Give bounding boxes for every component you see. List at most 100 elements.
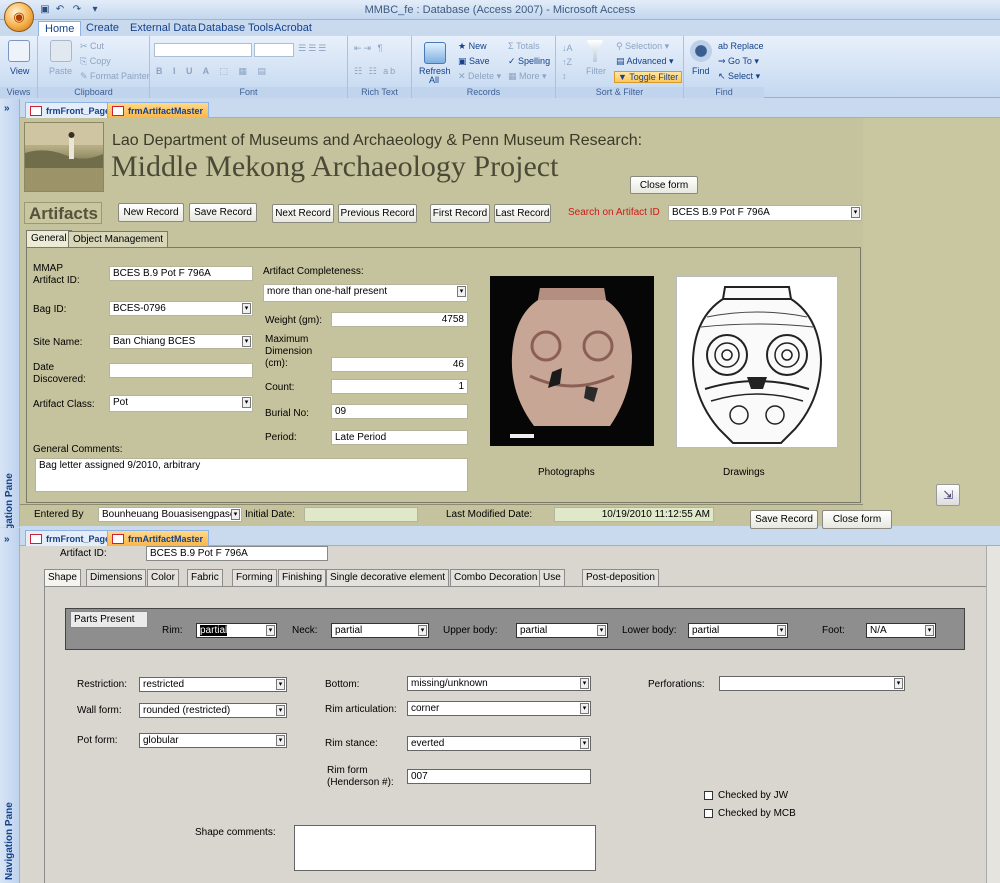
dropdown-arrow-icon[interactable]: ▾ [276,735,285,746]
pot-form-combo[interactable]: globular ▾ [139,733,287,748]
tab-single-decorative-element[interactable]: Single decorative element [326,569,450,586]
artifact-class-combo[interactable]: Pot ▾ [109,395,253,412]
new-record-button[interactable]: New Record [118,203,184,222]
list-icons[interactable]: ☷ ☷ ab [354,66,397,77]
font-size-combo[interactable] [254,43,294,57]
filter-button[interactable]: Filter [586,66,606,76]
general-comments-field[interactable]: Bag letter assigned 9/2010, arbitrary [35,458,468,492]
last-record-button[interactable]: Last Record [494,204,551,223]
view-button[interactable]: View [10,66,29,76]
weight-field[interactable]: 4758 [331,312,468,327]
dropdown-arrow-icon[interactable]: ▾ [580,738,589,749]
artifact-id-field[interactable]: BCES B.9 Pot F 796A [146,546,328,561]
close-form-button[interactable]: Close form [630,176,698,194]
tab-finishing[interactable]: Finishing [278,569,327,586]
dropdown-arrow-icon[interactable]: ▾ [242,397,251,408]
doc-tab-front-page[interactable]: frmFront_Page [25,102,117,118]
tab-create[interactable]: Create [80,21,125,36]
next-record-button[interactable]: Next Record [272,204,334,223]
tab-forming[interactable]: Forming [232,569,277,586]
foot-combo[interactable]: N/A ▾ [866,623,936,638]
tab-fabric[interactable]: Fabric [187,569,223,586]
tab-use[interactable]: Use [539,569,565,586]
dropdown-arrow-icon[interactable]: ▾ [925,625,934,636]
dropdown-arrow-icon[interactable]: ▾ [242,336,251,347]
checked-jw-checkbox[interactable] [704,791,713,800]
paste-button[interactable]: Paste [49,66,72,76]
dropdown-arrow-icon[interactable]: ▾ [580,703,589,714]
vertical-scrollbar[interactable] [986,546,1000,883]
dropdown-arrow-icon[interactable]: ▾ [894,678,903,689]
wall-form-combo[interactable]: rounded (restricted) ▾ [139,703,287,718]
undo-icon[interactable]: ↶ [53,3,67,16]
perforations-combo[interactable]: ▾ [719,676,905,691]
shape-comments-field[interactable] [294,825,596,871]
redo-icon[interactable]: ↷ [70,3,84,16]
footer-close-form-button[interactable]: Close form [822,510,892,529]
tab-external-data[interactable]: External Data [124,21,203,36]
format-painter-button[interactable]: ✎ Format Painter [80,71,150,82]
new-record-ribbon-button[interactable]: ★ New [458,41,487,52]
dropdown-arrow-icon[interactable]: ▾ [276,705,285,716]
align-icons[interactable]: ☰☰☰ [298,43,328,54]
sort-icons[interactable]: ↓A ↑Z ↕ [562,41,573,83]
lower-body-combo[interactable]: partial ▾ [688,623,788,638]
tab-general[interactable]: General [26,230,72,248]
refresh-all-button[interactable]: Refresh All [419,67,451,85]
dropdown-arrow-icon[interactable]: ▾ [457,286,466,297]
dropdown-arrow-icon[interactable]: ▾ [777,625,786,636]
dropdown-arrow-icon[interactable]: ▾ [231,509,240,520]
more-button[interactable]: ▦ More ▾ [508,71,547,82]
footer-save-record-button[interactable]: Save Record [750,510,818,529]
doc-tab-artifact-master[interactable]: frmArtifactMaster [107,530,210,546]
font-name-combo[interactable] [154,43,252,57]
count-field[interactable]: 1 [331,379,468,394]
expand-chevron-icon[interactable]: » [4,534,10,545]
initial-date-field[interactable] [304,507,418,522]
tab-object-management[interactable]: Object Management [68,231,169,248]
mmap-artifact-id-field[interactable]: BCES B.9 Pot F 796A [109,266,253,281]
tab-combo-decoration[interactable]: Combo Decoration [450,569,542,586]
tab-acrobat[interactable]: Acrobat [268,21,318,36]
totals-button[interactable]: Σ Totals [508,41,540,51]
neck-combo[interactable]: partial ▾ [331,623,429,638]
first-record-button[interactable]: First Record [430,204,490,223]
exit-icon[interactable]: ⇲ [936,484,960,506]
bold-italic-underline-icons[interactable]: B I U A ⬚ ▦ ▤ [156,66,270,77]
tab-database-tools[interactable]: Database Tools [192,21,280,36]
navigation-pane-top[interactable]: » Navigation Pane [0,99,20,551]
bag-id-combo[interactable]: BCES-0796 ▾ [109,301,253,316]
select-button[interactable]: ↖ Select ▾ [718,71,760,82]
tab-home[interactable]: Home [38,21,82,36]
copy-button[interactable]: ⎘ Copy [80,56,111,67]
toggle-filter-button[interactable]: ▼ Toggle Filter [614,71,683,83]
entered-by-combo[interactable]: Bounheuang Bouasisengpase ▾ [98,507,242,522]
dropdown-arrow-icon[interactable]: ▾ [276,679,285,690]
office-button[interactable]: ◉ [4,2,34,32]
checked-mcb-checkbox[interactable] [704,809,713,818]
rim-articulation-combo[interactable]: corner ▾ [407,701,591,716]
advanced-button[interactable]: ▤ Advanced ▾ [616,56,674,67]
rim-stance-combo[interactable]: everted ▾ [407,736,591,751]
customize-toolbar-icon[interactable]: ▾ [88,3,102,16]
completeness-combo[interactable]: more than one-half present ▾ [263,284,468,302]
goto-button[interactable]: ⇒ Go To ▾ [718,56,759,67]
dropdown-arrow-icon[interactable]: ▾ [418,625,427,636]
delete-ribbon-button[interactable]: ✕ Delete ▾ [458,71,501,82]
period-field[interactable]: Late Period [331,430,468,445]
find-button[interactable]: Find [692,66,710,76]
tab-color[interactable]: Color [147,569,179,586]
rim-combo[interactable]: partial ▾ [196,623,277,638]
dropdown-arrow-icon[interactable]: ▾ [851,207,860,218]
bottom-combo[interactable]: missing/unknown ▾ [407,676,591,691]
doc-tab-front-page[interactable]: frmFront_Page [25,530,117,546]
doc-tab-artifact-master[interactable]: frmArtifactMaster [107,102,210,118]
cut-button[interactable]: ✂ Cut [80,41,104,52]
dropdown-arrow-icon[interactable]: ▾ [266,625,275,636]
expand-chevron-icon[interactable]: » [4,103,10,114]
save-quick-icon[interactable]: ▣ [38,3,52,16]
tab-dimensions[interactable]: Dimensions [86,569,147,586]
selection-button[interactable]: ⚲ Selection ▾ [616,41,669,52]
save-record-button[interactable]: Save Record [189,203,257,222]
max-dimension-field[interactable]: 46 [331,357,468,372]
